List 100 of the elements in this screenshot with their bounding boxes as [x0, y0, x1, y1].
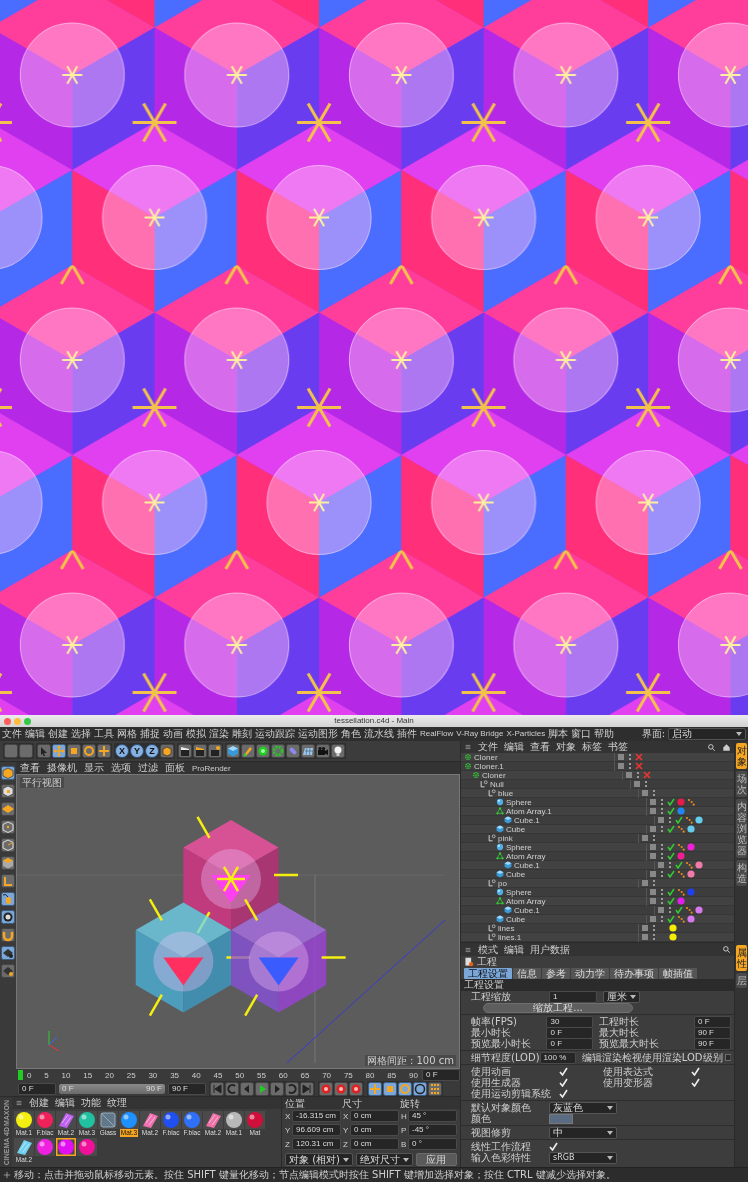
material-swatch[interactable]	[35, 1138, 55, 1156]
object-color-dropdown[interactable]: 灰蓝色	[549, 1101, 617, 1114]
attribute-tab[interactable]: 工程设置	[464, 967, 512, 979]
visibility-dots-icon[interactable]	[650, 789, 658, 797]
apply-button[interactable]: 应用	[416, 1153, 457, 1166]
object-name[interactable]: lines.1	[498, 932, 522, 942]
material-swatch[interactable]	[98, 1111, 118, 1129]
layer-box-icon[interactable]	[649, 852, 657, 860]
search-icon[interactable]	[707, 742, 716, 752]
loop-back-icon[interactable]	[225, 1081, 239, 1096]
attribute-tab[interactable]: 信息	[513, 967, 541, 979]
object-name[interactable]: Sphere	[506, 887, 532, 897]
clapper-icon[interactable]	[178, 744, 192, 758]
cross-icon[interactable]	[643, 771, 651, 779]
viewport-menu-item[interactable]: ProRender	[192, 763, 231, 773]
material-menu-item[interactable]: 功能	[81, 1096, 101, 1110]
material-swatch[interactable]	[56, 1138, 76, 1156]
material-swatch[interactable]	[77, 1138, 97, 1156]
plane-grid-icon[interactable]	[1, 802, 15, 816]
object-name[interactable]: Cube	[506, 869, 526, 879]
blank-tool-button[interactable]	[19, 744, 33, 758]
rotate-icon[interactable]	[398, 1081, 412, 1096]
object-name[interactable]: Atom Array.1	[506, 806, 552, 816]
dots-tag-icon[interactable]	[677, 843, 685, 851]
camera-icon[interactable]	[316, 744, 330, 758]
attribute-menu-item[interactable]: 编辑	[504, 942, 524, 957]
menu-item[interactable]: X-Particles	[506, 728, 546, 740]
side-tab[interactable]: 构造	[736, 860, 747, 886]
cursor-icon[interactable]	[37, 744, 51, 758]
menu-item[interactable]: 捕捉	[140, 728, 160, 740]
size-field[interactable]: 0 cm	[350, 1110, 399, 1122]
mouse-icon[interactable]	[1, 892, 15, 906]
smooth-sphere-icon[interactable]	[256, 744, 270, 758]
menu-item[interactable]: 雕刻	[232, 728, 252, 740]
axis-button[interactable]: X	[115, 744, 129, 758]
layer-box-icon[interactable]	[649, 915, 657, 923]
rotation-field[interactable]: 0 °	[408, 1138, 457, 1150]
scale-project-button[interactable]: 缩放工程...	[483, 1002, 633, 1013]
layer-box-icon[interactable]	[625, 771, 633, 779]
dots-tag-icon[interactable]	[677, 825, 685, 833]
dots-tag-icon[interactable]	[687, 798, 695, 806]
object-menu-item[interactable]: 文件	[478, 741, 498, 754]
number-field[interactable]: 100 %	[539, 1051, 576, 1064]
color-swatch[interactable]	[549, 1113, 573, 1124]
check-icon[interactable]	[667, 915, 675, 923]
clapper-icon[interactable]	[193, 744, 207, 758]
check-icon[interactable]	[667, 888, 675, 896]
material-swatch[interactable]	[56, 1111, 76, 1129]
object-name[interactable]: Sphere	[506, 797, 532, 807]
object-name[interactable]: Cube.1	[514, 860, 540, 870]
menu-item[interactable]: 插件	[397, 728, 417, 740]
search-icon[interactable]	[722, 945, 731, 954]
record-icon[interactable]	[334, 1081, 348, 1096]
object-name[interactable]: Null	[490, 779, 504, 789]
layer-box-icon[interactable]	[657, 861, 665, 869]
object-menu-item[interactable]: 编辑	[504, 741, 524, 754]
material-swatch[interactable]	[140, 1111, 160, 1129]
layer-box-icon[interactable]	[649, 897, 657, 905]
visibility-dots-icon[interactable]	[626, 762, 634, 770]
layer-box-icon[interactable]	[649, 843, 657, 851]
viewport-menu-item[interactable]: 显示	[84, 761, 104, 775]
object-name[interactable]: po	[498, 878, 507, 888]
menu-item[interactable]: 帮助	[594, 728, 615, 740]
visibility-dots-icon[interactable]	[658, 843, 666, 851]
material-swatch[interactable]	[203, 1111, 223, 1129]
panel-menu-icon[interactable]	[15, 1099, 23, 1107]
material-menu-item[interactable]: 编辑	[55, 1096, 75, 1110]
cubes-drawing[interactable]	[135, 816, 346, 1017]
cube-icon[interactable]	[1, 838, 15, 852]
dots-tag-icon[interactable]	[685, 816, 693, 824]
clipping-dropdown[interactable]: 中	[549, 1126, 617, 1139]
menu-item[interactable]: 模拟	[186, 728, 206, 740]
skip-start-icon[interactable]	[210, 1081, 224, 1096]
plus-icon[interactable]	[97, 744, 111, 758]
visibility-dots-icon[interactable]	[650, 933, 658, 941]
scale-icon[interactable]	[383, 1081, 397, 1096]
current-frame-field[interactable]: 0 F	[422, 1069, 460, 1081]
object-name[interactable]: lines	[498, 923, 515, 933]
object-menu-item[interactable]: 对象	[556, 741, 576, 754]
attribute-tab[interactable]: 动力学	[571, 967, 609, 979]
object-name[interactable]: Atom Array	[506, 851, 546, 861]
visibility-dots-icon[interactable]	[666, 861, 674, 869]
menu-item[interactable]: 工具	[94, 728, 114, 740]
check-icon[interactable]	[667, 843, 675, 851]
close-button[interactable]	[4, 717, 11, 725]
move-icon[interactable]	[368, 1081, 382, 1096]
layer-box-icon[interactable]	[649, 807, 657, 815]
coordinate-cube-icon[interactable]	[160, 744, 174, 758]
light-bulb-icon[interactable]	[331, 744, 345, 758]
cube-icon[interactable]	[1, 856, 15, 870]
start-frame-field[interactable]: 0 F	[18, 1082, 56, 1095]
material-swatch[interactable]	[161, 1111, 181, 1129]
skip-end-icon[interactable]	[300, 1081, 314, 1096]
visibility-dots-icon[interactable]	[626, 753, 634, 761]
checker-cube-icon[interactable]	[1, 784, 15, 798]
object-menu-item[interactable]: 查看	[530, 741, 550, 754]
check-icon[interactable]	[667, 807, 675, 815]
grid-icon[interactable]	[1, 946, 15, 960]
object-name[interactable]: blue	[498, 788, 514, 798]
material-swatch[interactable]	[119, 1111, 139, 1129]
